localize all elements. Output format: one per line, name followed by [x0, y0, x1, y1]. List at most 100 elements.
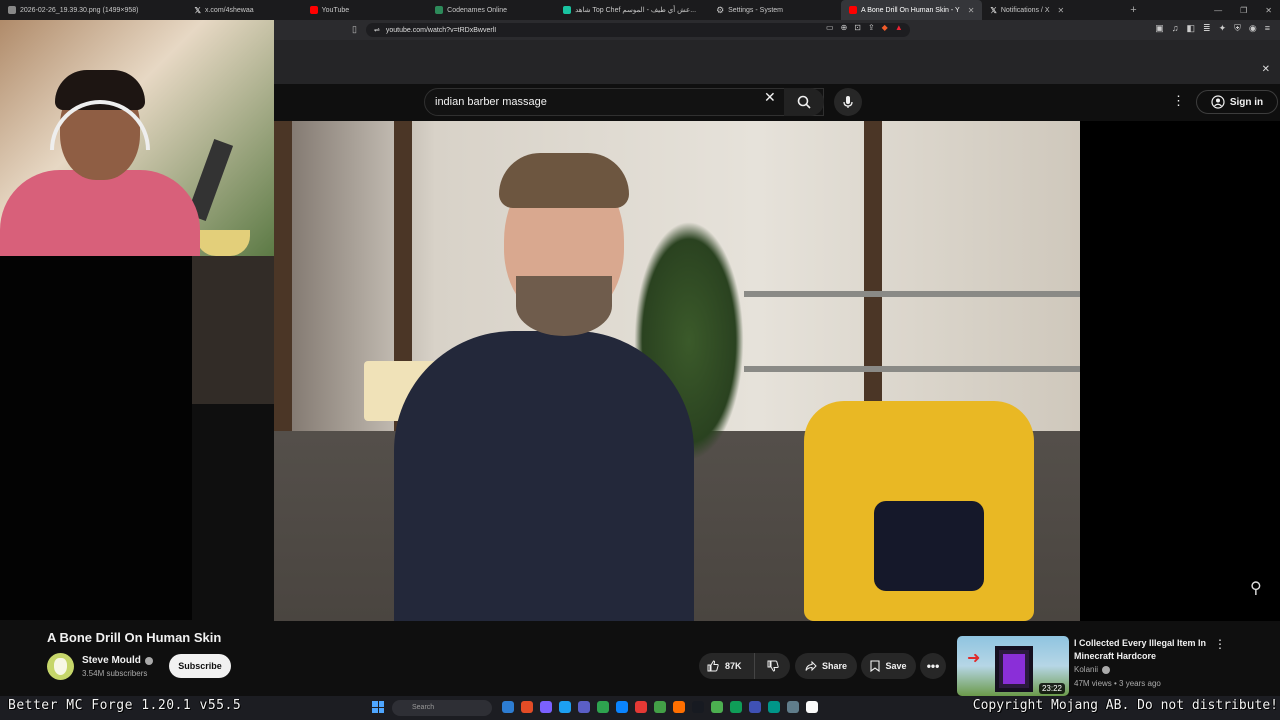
youtube-logo-icon — [309, 6, 318, 14]
taskbar-app-icon[interactable] — [730, 701, 742, 713]
tab-top-chef[interactable]: شاهد Top Chef عش أي طيف - الموسم... — [555, 0, 704, 20]
more-actions-button[interactable]: ••• — [920, 653, 946, 679]
streamer — [0, 70, 200, 256]
tab-codenames[interactable]: Codenames Online — [427, 0, 515, 20]
nether-portal — [995, 646, 1033, 692]
microphone-icon — [843, 96, 853, 108]
save-label: Save — [885, 661, 907, 671]
music-icon[interactable]: ♫ — [1172, 23, 1179, 34]
tab-x-profile[interactable]: 𝕏x.com/4shewaa — [187, 0, 262, 20]
maximize-icon[interactable]: ❐ — [1240, 6, 1247, 15]
tab-label: 2026-02-26_19.39.30.png (1499×958) — [20, 6, 139, 14]
taskbar-app-icon[interactable] — [635, 701, 647, 713]
taskbar-app-icon[interactable] — [654, 701, 666, 713]
taskbar-app-icon[interactable] — [806, 701, 818, 713]
vpn-icon[interactable]: ⛨ — [1234, 23, 1241, 34]
recommended-stats: 47M views • 3 years ago — [1074, 679, 1161, 688]
bookmark-icon[interactable]: ▯ — [352, 24, 357, 35]
share-label: Share — [821, 661, 847, 671]
split-view-icon[interactable]: ◧ — [1187, 23, 1196, 34]
tab-screenshot-png[interactable]: 2026-02-26_19.39.30.png (1499×958) — [0, 0, 147, 20]
wallet-icon[interactable]: ◉ — [1249, 23, 1257, 34]
download-icon[interactable]: ⊡ — [854, 23, 861, 32]
shahid-icon — [563, 6, 572, 14]
subscribe-button[interactable]: Subscribe — [169, 654, 231, 678]
taskbar-app-icon[interactable] — [578, 701, 590, 713]
extensions-icon[interactable]: ✦ — [1219, 23, 1227, 34]
voice-search-button[interactable] — [834, 88, 862, 116]
windows-start-icon[interactable] — [372, 701, 384, 713]
wood-beam — [864, 121, 882, 431]
brave-shield-icon[interactable]: ◆ — [882, 23, 888, 32]
recommended-menu-icon[interactable]: ⋮ — [1214, 637, 1226, 651]
codenames-icon — [435, 6, 444, 14]
taskbar-app-icon[interactable] — [749, 701, 761, 713]
close-icon[interactable]: ✕ — [1262, 64, 1270, 75]
menu-icon[interactable]: ≡ — [1265, 23, 1270, 34]
zoom-icon[interactable]: ⊕ — [841, 23, 848, 32]
new-tab-button[interactable]: + — [1122, 4, 1144, 16]
taskbar-app-icon[interactable] — [711, 701, 723, 713]
dislike-button[interactable] — [755, 653, 790, 679]
close-tab-icon[interactable]: ✕ — [968, 6, 975, 15]
taskbar-app-icon[interactable] — [502, 701, 514, 713]
taskbar-app-icon[interactable] — [597, 701, 609, 713]
url-text: youtube.com/watch?v=tRDxBwverlI — [385, 26, 497, 34]
x-logo-icon: 𝕏 — [194, 5, 201, 15]
presenter — [364, 153, 694, 621]
tab-notifications[interactable]: 𝕏 Notifications / X ✕ — [982, 0, 1072, 20]
presenter-hair — [499, 153, 629, 208]
save-button[interactable]: Save — [861, 653, 916, 679]
recommended-channel[interactable]: Kolanii — [1074, 665, 1111, 674]
share-page-icon[interactable]: ⇪ — [868, 23, 875, 32]
more-horizontal-icon: ••• — [926, 659, 940, 673]
taskbar-app-icon[interactable] — [787, 701, 799, 713]
tab-label: Codenames Online — [447, 6, 508, 14]
video-frame — [274, 121, 1080, 621]
close-tab-icon[interactable]: ✕ — [1058, 6, 1065, 15]
video-player[interactable] — [274, 121, 1280, 621]
extensions-toolbar: ▣ ♫ ◧ ≣ ✦ ⛨ ◉ ≡ — [1155, 23, 1270, 34]
tab-label: A Bone Drill On Human Skin - Y — [861, 6, 960, 14]
search-query: indian barber massage — [435, 96, 547, 108]
recommended-title[interactable]: I Collected Every Illegal Item In Minecr… — [1074, 637, 1214, 663]
channel-name[interactable]: Steve Mould — [82, 655, 153, 666]
search-button[interactable] — [784, 88, 824, 116]
subscriber-count: 3.54M subscribers — [82, 669, 148, 678]
sidebar-icon[interactable]: ▣ — [1155, 23, 1164, 34]
close-window-icon[interactable]: ✕ — [1265, 6, 1272, 15]
taskbar-app-icon[interactable] — [692, 701, 704, 713]
search-icon — [797, 95, 811, 109]
like-count: 87K — [725, 661, 742, 671]
tab-settings[interactable]: ⚙ Settings - System — [708, 0, 791, 20]
taskbar-app-icon[interactable] — [540, 701, 552, 713]
like-button[interactable]: 87K — [699, 653, 755, 679]
tab-youtube[interactable]: YouTube — [302, 0, 358, 20]
sign-in-label: Sign in — [1229, 96, 1264, 108]
portal-inner — [1003, 654, 1025, 684]
cast-icon[interactable]: ▭ — [826, 23, 834, 32]
taskbar-app-icon[interactable] — [616, 701, 628, 713]
channel-avatar[interactable] — [47, 653, 74, 680]
taskbar-search[interactable]: Search — [392, 700, 492, 716]
minecraft-copyright-overlay: Copyright Mojang AB. Do not distribute! — [972, 698, 1278, 713]
tab-bone-drill[interactable]: A Bone Drill On Human Skin - Y ✕ — [841, 0, 983, 20]
sign-in-button[interactable]: Sign in — [1196, 90, 1278, 114]
taskbar-app-icon[interactable] — [559, 701, 571, 713]
taskbar-app-icon[interactable] — [521, 701, 533, 713]
navy-cushion — [874, 501, 984, 591]
thumbs-up-icon — [707, 660, 719, 672]
minimize-icon[interactable]: — — [1214, 6, 1222, 15]
taskbar-app-icon[interactable] — [673, 701, 685, 713]
settings-kebab-icon[interactable]: ⋮ — [1172, 93, 1185, 109]
share-button[interactable]: Share — [795, 653, 857, 679]
lightbulb-icon[interactable]: ⚲ — [1250, 578, 1262, 598]
taskbar-apps — [502, 701, 818, 713]
reading-list-icon[interactable]: ≣ — [1203, 23, 1211, 34]
recommended-thumbnail[interactable]: ➜ 23:22 — [957, 636, 1069, 696]
x-logo-icon: 𝕏 — [990, 5, 997, 15]
tab-label: YouTube — [321, 6, 350, 14]
taskbar-app-icon[interactable] — [768, 701, 780, 713]
brave-rewards-icon[interactable]: ▲ — [895, 23, 903, 32]
site-settings-icon[interactable]: ⇌ — [374, 26, 380, 34]
